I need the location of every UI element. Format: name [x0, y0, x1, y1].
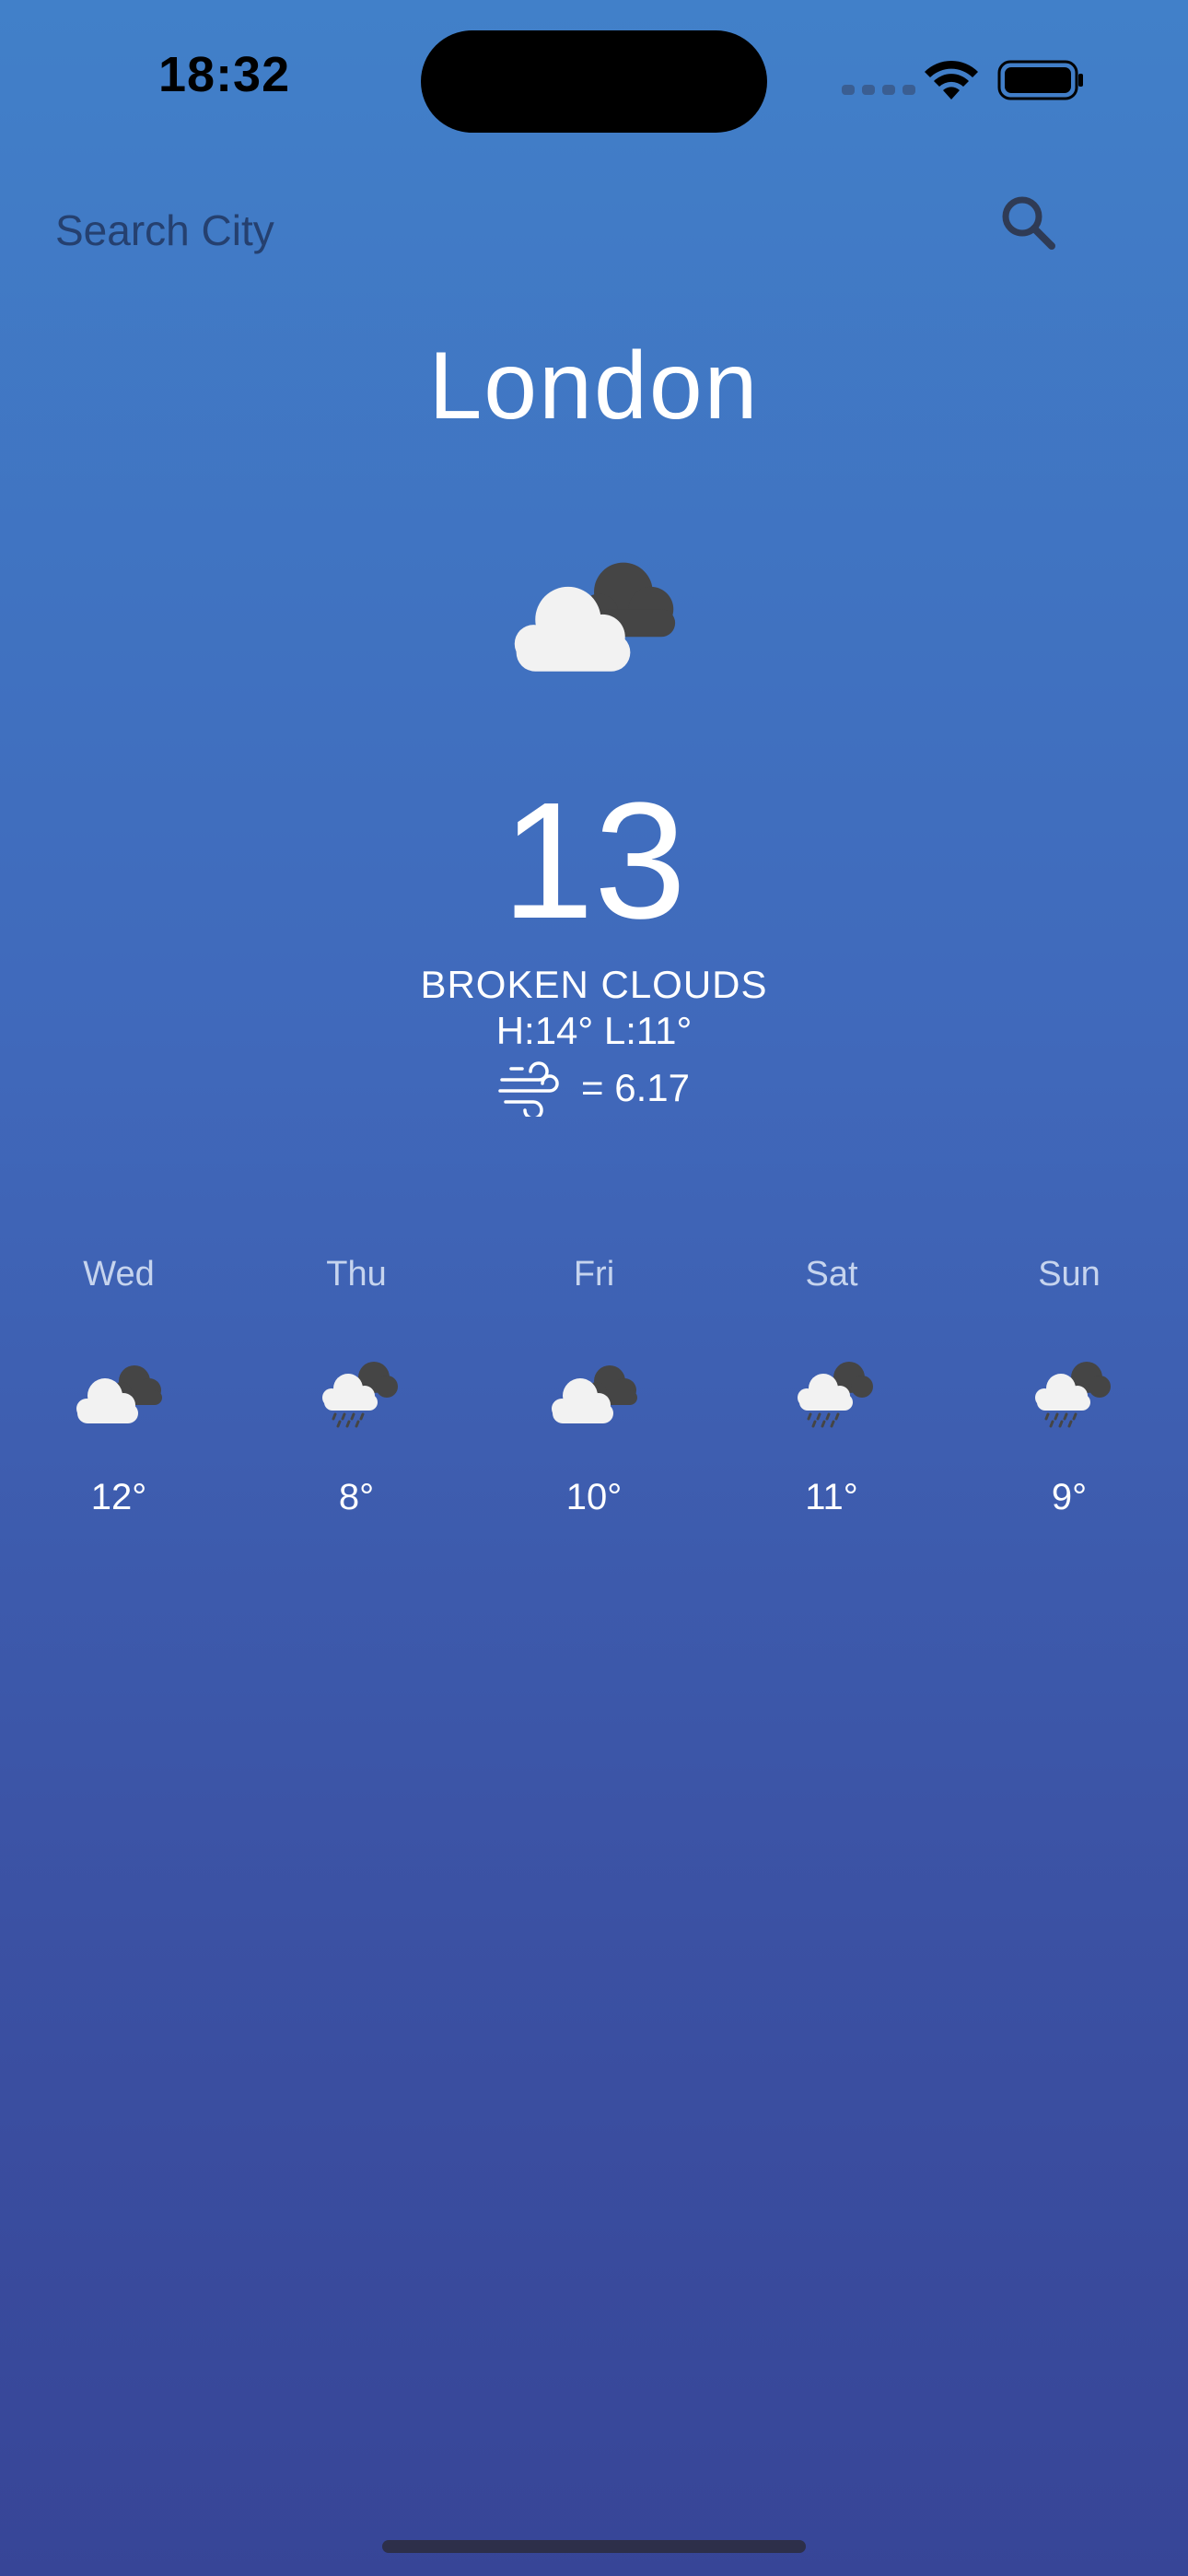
status-time: 18:32 [158, 47, 291, 102]
forecast-day: Sun 9° [973, 1248, 1166, 1518]
broken-clouds-icon [68, 1355, 169, 1429]
rain-icon [1019, 1355, 1120, 1429]
forecast-day-label: Thu [326, 1255, 387, 1294]
weather-description: BROKEN CLOUDS [420, 963, 768, 1006]
broken-clouds-icon [543, 1355, 645, 1429]
current-temperature: 13 [501, 768, 687, 954]
forecast-day-label: Wed [83, 1255, 155, 1294]
wind-icon [498, 1061, 559, 1117]
forecast-day-label: Fri [573, 1255, 615, 1294]
forecast-list: Wed 12° Thu 8° Fri 10° Sat 11° Sun 9° [0, 1248, 1188, 1518]
forecast-day-temp: 9° [1051, 1477, 1088, 1517]
dynamic-island [421, 30, 767, 133]
wind-info: = 6.17 [0, 1060, 1188, 1117]
high-low-temperature: H:14° L:11° [495, 1009, 693, 1052]
forecast-day: Wed 12° [22, 1248, 215, 1518]
city-name: London [428, 333, 760, 439]
forecast-day: Fri 10° [497, 1248, 691, 1518]
battery-icon [997, 60, 1083, 100]
home-indicator[interactable] [382, 2540, 806, 2553]
forecast-day-temp: 12° [90, 1477, 147, 1517]
rain-icon [781, 1355, 882, 1429]
forecast-day: Sat 11° [735, 1248, 928, 1518]
forecast-day-label: Sat [805, 1255, 858, 1294]
forecast-day-temp: 10° [565, 1477, 623, 1517]
forecast-day: Thu 8° [260, 1248, 453, 1518]
search-input[interactable] [55, 193, 939, 267]
wifi-icon [925, 60, 978, 100]
wind-speed: = 6.17 [581, 1066, 690, 1109]
forecast-day-label: Sun [1038, 1255, 1101, 1294]
rain-icon [306, 1355, 407, 1429]
forecast-day-temp: 8° [338, 1477, 375, 1517]
forecast-day-temp: 11° [805, 1477, 858, 1517]
cellular-signal-icon [842, 85, 915, 95]
search-icon[interactable] [995, 189, 1065, 259]
broken-clouds-icon [493, 544, 695, 682]
